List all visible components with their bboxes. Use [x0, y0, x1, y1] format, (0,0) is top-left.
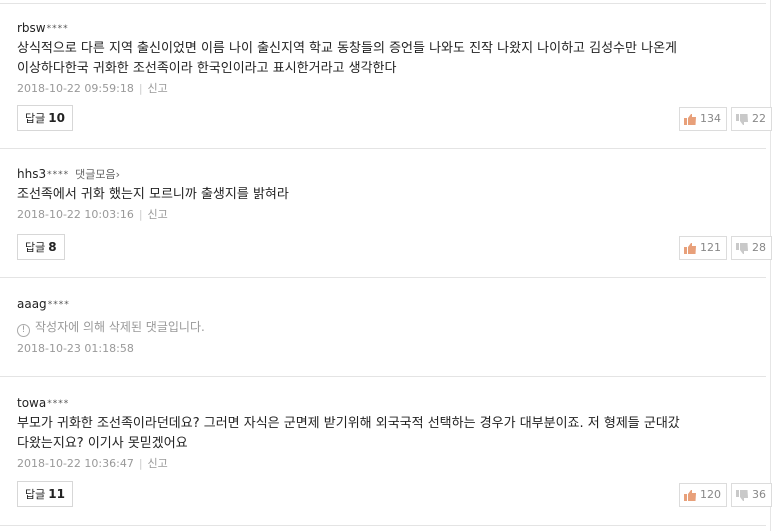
divider — [0, 3, 766, 4]
author-id[interactable]: hhs3 — [17, 167, 46, 181]
like-button[interactable]: 121 — [679, 236, 727, 260]
comment-text: 부모가 귀화한 조선족이라던데요? 그러면 자식은 군면제 받기위해 외국국적 … — [17, 414, 757, 454]
comment-item: towa**** 부모가 귀화한 조선족이라던데요? 그러면 자식은 군면제 받… — [17, 395, 757, 472]
comment-meta: 2018-10-22 09:59:18 | 신고 — [17, 81, 757, 97]
comment-author[interactable]: towa**** — [17, 395, 757, 412]
comment-text: 상식적으로 다른 지역 출신이었면 이름 나이 출신지역 학교 동창들의 증언들… — [17, 39, 757, 79]
report-link[interactable]: 신고 — [148, 457, 168, 470]
author-id[interactable]: towa — [17, 396, 46, 410]
comment-text: 조선족에서 귀화 했는지 모르니까 출생지를 밝혀라 — [17, 185, 757, 205]
like-button[interactable]: 120 — [679, 483, 727, 507]
deleted-notice: ! 작성자에 의해 삭제된 댓글입니다. — [17, 317, 757, 337]
thumb-down-icon — [736, 489, 748, 501]
author-mask: **** — [47, 300, 70, 310]
comment-text-line: 부모가 귀화한 조선족이라던데요? 그러면 자식은 군면제 받기위해 외국국적 … — [17, 416, 680, 431]
comment-text-line: 다왔는지요? 이기사 못믿겠어요 — [17, 436, 188, 451]
thumb-up-icon — [684, 489, 696, 501]
thumb-up-icon — [684, 113, 696, 125]
comment-text-line: 이상하다한국 귀화한 조선족이라 한국인이라고 표시한거라고 생각한다 — [17, 61, 397, 76]
dislike-count: 36 — [752, 488, 766, 501]
reply-button[interactable]: 답글 11 — [17, 481, 73, 507]
vote-group: 121 28 — [679, 236, 772, 260]
comment-meta: 2018-10-22 10:03:16 | 신고 — [17, 207, 757, 223]
dislike-count: 28 — [752, 241, 766, 254]
author-mask: **** — [46, 24, 69, 34]
comment-collection-link[interactable]: 댓글모음› — [75, 168, 120, 181]
reply-label: 답글 — [25, 112, 46, 125]
vote-group: 120 36 — [679, 483, 772, 507]
right-divider — [770, 0, 771, 531]
like-button[interactable]: 134 — [679, 107, 727, 131]
author-mask: **** — [47, 170, 70, 180]
comment-item: rbsw**** 상식적으로 다른 지역 출신이었면 이름 나이 출신지역 학교… — [17, 20, 757, 97]
comment-timestamp: 2018-10-22 10:36:47 — [17, 457, 134, 470]
reply-button[interactable]: 답글 10 — [17, 105, 73, 131]
comment-author[interactable]: hhs3**** 댓글모음› — [17, 166, 757, 183]
comment-meta: 2018-10-22 10:36:47 | 신고 — [17, 456, 757, 472]
comment-author[interactable]: rbsw**** — [17, 20, 757, 37]
reply-count: 10 — [48, 111, 65, 125]
chevron-right-icon: › — [115, 168, 120, 181]
reply-label: 답글 — [25, 241, 46, 254]
vote-group: 134 22 — [679, 107, 772, 131]
report-link[interactable]: 신고 — [148, 208, 168, 221]
comment-text-line: 조선족에서 귀화 했는지 모르니까 출생지를 밝혀라 — [17, 187, 289, 202]
meta-separator: | — [138, 82, 143, 95]
reply-count: 8 — [48, 240, 57, 254]
comment-item-deleted: aaag**** ! 작성자에 의해 삭제된 댓글입니다. 2018-10-23 … — [17, 296, 757, 357]
meta-separator: | — [138, 208, 143, 221]
like-count: 120 — [700, 488, 721, 501]
divider — [0, 525, 766, 526]
reply-button[interactable]: 답글 8 — [17, 234, 65, 260]
deleted-text: 작성자에 의해 삭제된 댓글입니다. — [35, 320, 205, 334]
thumb-up-icon — [684, 242, 696, 254]
thumb-down-icon — [736, 242, 748, 254]
dislike-button[interactable]: 28 — [731, 236, 772, 260]
meta-separator: | — [138, 457, 143, 470]
divider — [0, 277, 766, 278]
comment-author[interactable]: aaag**** — [17, 296, 757, 313]
thumb-down-icon — [736, 113, 748, 125]
comment-collection-label: 댓글모음 — [75, 168, 116, 181]
author-id[interactable]: aaag — [17, 297, 47, 311]
reply-count: 11 — [48, 487, 65, 501]
divider — [0, 148, 766, 149]
author-id[interactable]: rbsw — [17, 21, 46, 35]
reply-label: 답글 — [25, 488, 46, 501]
dislike-button[interactable]: 22 — [731, 107, 772, 131]
report-link[interactable]: 신고 — [148, 82, 168, 95]
dislike-button[interactable]: 36 — [731, 483, 772, 507]
comment-meta: 2018-10-23 01:18:58 — [17, 341, 757, 357]
comment-timestamp: 2018-10-23 01:18:58 — [17, 342, 134, 355]
divider — [0, 376, 766, 377]
comment-timestamp: 2018-10-22 10:03:16 — [17, 208, 134, 221]
author-mask: **** — [47, 399, 70, 409]
like-count: 134 — [700, 112, 721, 125]
comment-text-line: 상식적으로 다른 지역 출신이었면 이름 나이 출신지역 학교 동창들의 증언들… — [17, 41, 677, 56]
comment-timestamp: 2018-10-22 09:59:18 — [17, 82, 134, 95]
comment-item: hhs3**** 댓글모음› 조선족에서 귀화 했는지 모르니까 출생지를 밝혀라… — [17, 166, 757, 223]
info-circle-icon: ! — [17, 324, 30, 337]
comment-list: rbsw**** 상식적으로 다른 지역 출신이었면 이름 나이 출신지역 학교… — [0, 0, 780, 531]
like-count: 121 — [700, 241, 721, 254]
dislike-count: 22 — [752, 112, 766, 125]
